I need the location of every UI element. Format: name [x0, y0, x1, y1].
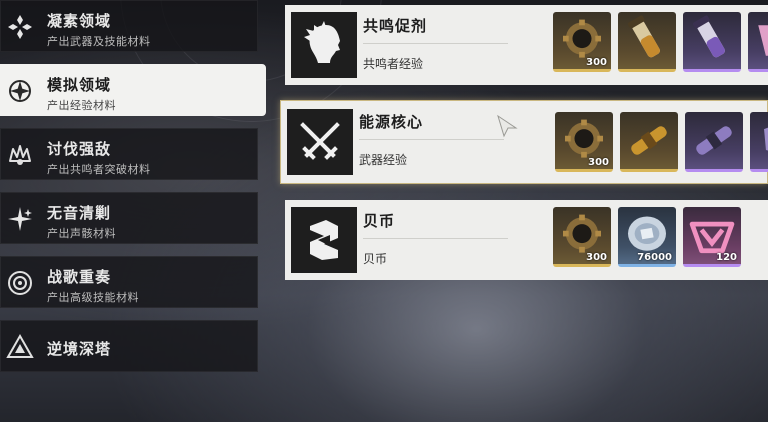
row-title: 共鸣促剂	[363, 17, 428, 35]
reward-item[interactable]: 300	[553, 207, 611, 267]
reward-list: 300 76000 120	[553, 207, 741, 267]
reward-item[interactable]: 300	[553, 12, 611, 72]
sidebar-item-subtitle: 产出声骸材料	[47, 227, 116, 240]
crystal-partial-icon	[764, 127, 768, 151]
reward-item[interactable]: 300	[555, 112, 613, 172]
reward-item[interactable]: 76000	[618, 207, 676, 267]
ring-emblem-icon	[5, 268, 35, 298]
reward-quantity: 300	[588, 157, 609, 168]
reward-item[interactable]	[750, 112, 768, 172]
shell-coin-logo-icon	[291, 207, 357, 273]
reward-item[interactable]	[618, 12, 676, 72]
crown-claw-icon	[5, 140, 35, 170]
sidebar-item-simulation[interactable]: 模拟领域 产出经验材料	[0, 64, 266, 116]
reward-quantity: 76000	[637, 252, 672, 263]
sidebar-item-forgery[interactable]: 凝素领域 产出武器及技能材料	[0, 0, 258, 52]
sidebar-item-subtitle: 产出经验材料	[47, 99, 116, 112]
reward-quantity: 120	[716, 252, 737, 263]
divider	[363, 238, 508, 239]
reward-quantity: 300	[586, 252, 607, 263]
reward-item[interactable]: 120	[683, 207, 741, 267]
sidebar-item-title: 战歌重奏	[47, 268, 112, 286]
divider	[363, 43, 508, 44]
row-subtitle: 共鸣者经验	[363, 57, 424, 71]
vial-gold-icon	[627, 15, 660, 58]
sidebar-item-subtitle: 产出武器及技能材料	[47, 35, 151, 48]
vial-purple-icon	[692, 15, 725, 58]
sparkle-icon	[5, 204, 35, 234]
triangle-tower-icon	[5, 332, 35, 362]
crossed-swords-icon	[287, 109, 353, 175]
energy-rod-gold-icon	[631, 126, 667, 155]
reward-item[interactable]	[685, 112, 743, 172]
reward-list: 300	[555, 112, 768, 172]
domain-row-shell-credit[interactable]: 贝币 贝币 300 76000 120	[285, 200, 768, 280]
sidebar-item-title: 讨伐强敌	[47, 140, 112, 158]
sidebar-item-subtitle: 产出共鸣者突破材料	[47, 163, 151, 176]
sidebar-item-reprise[interactable]: 战歌重奏 产出高级技能材料	[0, 256, 258, 308]
row-title: 贝币	[363, 212, 396, 230]
cursor-icon	[497, 114, 518, 138]
compass-icon	[5, 76, 35, 106]
diamond-cluster-icon	[5, 12, 35, 42]
sidebar-item-title: 逆境深塔	[47, 340, 112, 358]
domain-row-energy-core[interactable]: 能源核心 武器经验 300	[280, 100, 768, 184]
row-subtitle: 武器经验	[359, 153, 408, 167]
reward-quantity: 300	[586, 57, 607, 68]
sidebar-item-boss[interactable]: 讨伐强敌 产出共鸣者突破材料	[0, 128, 258, 180]
sidebar-item-title: 凝素领域	[47, 12, 112, 30]
reward-item[interactable]	[620, 112, 678, 172]
reward-list: 300	[553, 12, 768, 72]
reward-item[interactable]	[748, 12, 768, 72]
row-title: 能源核心	[359, 113, 424, 131]
sidebar-item-title: 无音清剿	[47, 204, 112, 222]
sidebar-item-title: 模拟领域	[47, 76, 112, 94]
energy-rod-purple-icon	[696, 126, 732, 155]
row-subtitle: 贝币	[363, 252, 388, 266]
divider	[359, 139, 504, 140]
character-head-icon	[291, 12, 357, 78]
sidebar-item-subtitle: 产出高级技能材料	[47, 291, 139, 304]
crystal-partial-icon	[758, 25, 768, 56]
domain-row-resonance-potion[interactable]: 共鸣促剂 共鸣者经验 300	[285, 5, 768, 85]
reward-item[interactable]	[683, 12, 741, 72]
sidebar-item-echo[interactable]: 无音清剿 产出声骸材料	[0, 192, 258, 244]
sidebar-item-tower[interactable]: 逆境深塔	[0, 320, 258, 372]
